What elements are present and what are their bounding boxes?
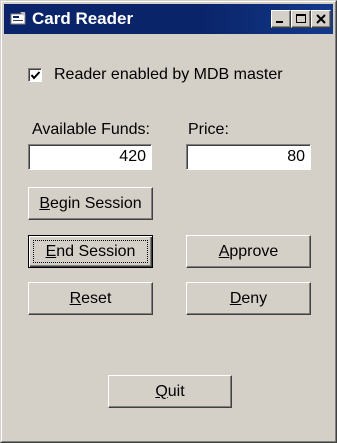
minimize-button[interactable] <box>271 10 291 28</box>
reset-button[interactable]: Reset <box>28 282 153 315</box>
available-funds-label: Available Funds: <box>32 121 150 138</box>
card-reader-app-icon[interactable] <box>10 11 26 27</box>
card-reader-window: Card Reader Reader enabled by MDB master <box>0 0 337 443</box>
reset-label: eset <box>81 290 112 307</box>
quit-mnemonic: Q <box>155 383 168 400</box>
quit-label: uit <box>167 383 185 400</box>
reset-mnemonic: R <box>69 290 82 307</box>
approve-label: pprove <box>229 243 279 260</box>
title-bar[interactable]: Card Reader <box>4 4 333 34</box>
checkmark-icon <box>30 71 41 80</box>
reader-enabled-checkbox[interactable] <box>28 68 42 82</box>
begin-session-button[interactable]: Begin Session <box>28 187 153 220</box>
price-field[interactable]: 80 <box>186 144 311 170</box>
available-funds-field[interactable]: 420 <box>28 144 152 170</box>
reader-enabled-label[interactable]: Reader enabled by MDB master <box>54 66 283 84</box>
approve-button[interactable]: Approve <box>186 235 311 268</box>
deny-mnemonic: D <box>229 290 242 307</box>
close-icon <box>316 14 326 24</box>
reader-enabled-checkbox-row[interactable]: Reader enabled by MDB master <box>28 65 283 85</box>
window-title: Card Reader <box>32 9 134 28</box>
maximize-icon <box>296 14 306 23</box>
quit-button[interactable]: Quit <box>108 375 232 408</box>
end-session-label: nd Session <box>56 243 136 260</box>
end-session-mnemonic: E <box>45 243 57 260</box>
deny-label: eny <box>241 290 268 307</box>
deny-button[interactable]: Deny <box>186 282 311 315</box>
begin-session-label: egin Session <box>50 195 142 212</box>
minimize-icon <box>276 21 283 23</box>
close-button[interactable] <box>311 10 331 28</box>
end-session-button[interactable]: End Session <box>28 235 153 268</box>
begin-session-mnemonic: B <box>39 195 51 212</box>
maximize-button[interactable] <box>291 10 311 28</box>
approve-mnemonic: A <box>218 243 230 260</box>
price-label: Price: <box>188 121 229 138</box>
